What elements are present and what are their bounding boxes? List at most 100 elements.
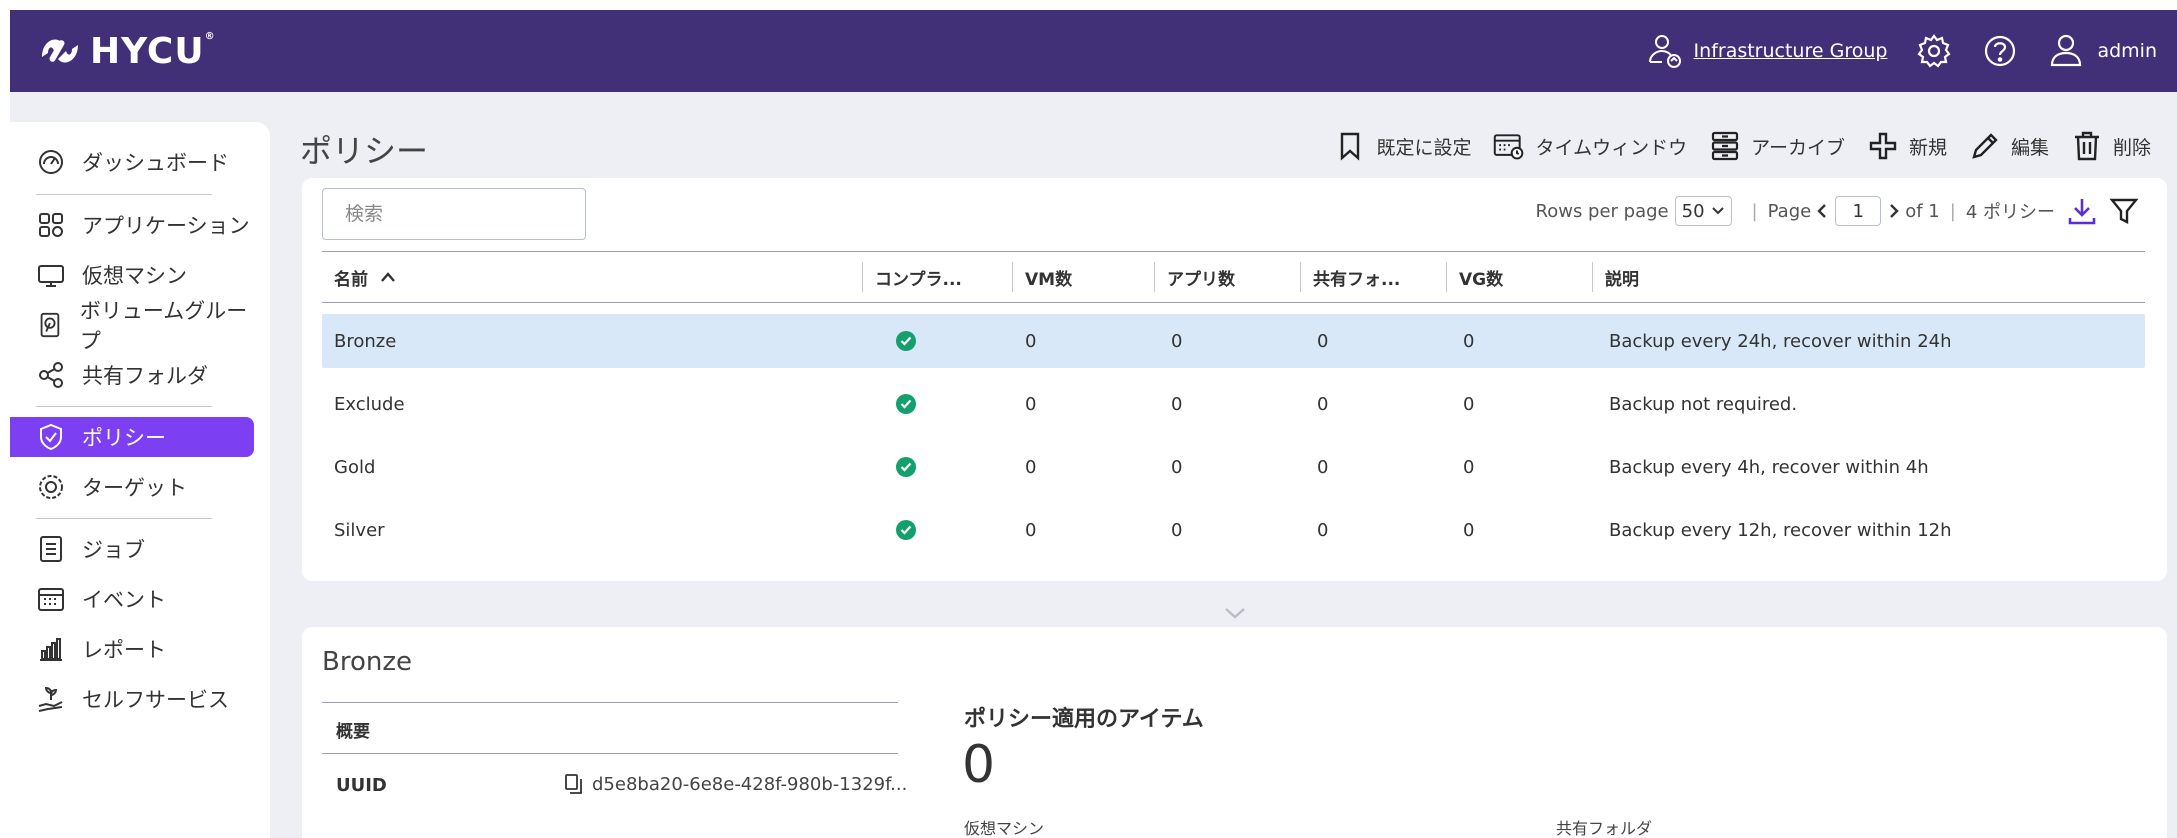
sidebar: ダッシュボード アプリケーション 仮想マシン ボリュームグループ 共有フォルダ (10, 122, 270, 838)
compliant-check-icon (896, 520, 916, 540)
column-description[interactable]: 説明 (1593, 252, 1639, 302)
group-selector[interactable]: Infrastructure Group (1646, 32, 1888, 70)
sidebar-item-vms[interactable]: 仮想マシン (10, 255, 254, 295)
time-window-button[interactable]: タイムウィンドウ (1493, 130, 1687, 162)
sidebar-item-dashboard[interactable]: ダッシュボード (10, 142, 254, 182)
column-header-label: 共有フォ... (1313, 269, 1401, 290)
share-icon (39, 362, 63, 388)
search-input[interactable] (322, 188, 586, 240)
filter-icon[interactable] (2109, 196, 2139, 226)
sidebar-item-applications[interactable]: アプリケーション (10, 205, 254, 245)
table-row[interactable]: Gold 0 0 0 0 Backup every 4h, recover wi… (322, 440, 2145, 494)
sidebar-item-label: セルフサービス (82, 688, 229, 712)
cell-app-count: 0 (1171, 519, 1183, 541)
sidebar-item-label: ダッシュボード (82, 151, 229, 175)
column-share-count[interactable]: 共有フォ... (1301, 252, 1400, 302)
total-count: 4 ポリシー (1965, 202, 2055, 223)
column-name[interactable]: 名前 (322, 252, 862, 302)
sidebar-divider (36, 406, 212, 407)
summary-section-label: 概要 (336, 722, 370, 742)
cell-vg-count: 0 (1463, 456, 1475, 478)
gear-icon (1917, 34, 1951, 68)
new-button[interactable]: 新規 (1867, 130, 1947, 162)
column-header-label: VG数 (1459, 269, 1504, 290)
table-row[interactable]: Bronze 0 0 0 0 Backup every 24h, recover… (322, 314, 2145, 368)
table-row[interactable]: Exclude 0 0 0 0 Backup not required. (322, 377, 2145, 431)
sidebar-item-volume-groups[interactable]: ボリュームグループ (10, 299, 254, 353)
cell-vg-count: 0 (1463, 519, 1475, 541)
hycu-logo-icon (42, 39, 78, 63)
pagination: Rows per page 50 | Page 1 of 1 | 4 ポリシー (1536, 196, 2139, 226)
chevron-left-icon[interactable] (1815, 203, 1829, 219)
sidebar-divider (36, 194, 212, 195)
help-button[interactable] (1981, 32, 2019, 70)
cell-description: Backup every 4h, recover within 4h (1609, 456, 1929, 478)
set-default-button[interactable]: 既定に設定 (1334, 130, 1471, 162)
download-icon[interactable] (2067, 196, 2097, 226)
user-menu[interactable]: admin (2047, 32, 2157, 70)
cell-description: Backup not required. (1609, 393, 1798, 415)
time-window-label: タイムウィンドウ (1535, 136, 1688, 159)
column-app-count[interactable]: アプリ数 (1155, 252, 1235, 302)
policy-detail-panel: Bronze 概要 UUID d5e8ba20-6e8e-428f-980b-1… (302, 627, 2167, 838)
sidebar-item-label: ポリシー (82, 426, 166, 450)
logo[interactable]: HYCU® (36, 31, 216, 72)
cell-compliance (884, 503, 916, 557)
sidebar-item-shares[interactable]: 共有フォルダ (10, 355, 254, 395)
cell-compliance (884, 377, 916, 431)
settings-button[interactable] (1915, 32, 1953, 70)
column-vm-count[interactable]: VM数 (1013, 252, 1072, 302)
edit-button[interactable]: 編集 (1969, 130, 2049, 162)
table-header: 名前 コンプラ... VM数 アプリ数 共有フォ... VG数 説明 (322, 251, 2145, 303)
group-link[interactable]: Infrastructure Group (1694, 40, 1888, 62)
sidebar-divider (36, 518, 212, 519)
divider (322, 753, 898, 754)
edit-label: 編集 (2010, 136, 2049, 159)
rows-per-page-value: 50 (1681, 200, 1705, 222)
sidebar-item-events[interactable]: イベント (10, 579, 254, 619)
table-row[interactable]: Silver 0 0 0 0 Backup every 12h, recover… (322, 503, 2145, 557)
page-number-input[interactable]: 1 (1835, 196, 1882, 226)
cell-vm-count: 0 (1025, 330, 1037, 352)
column-header-label: VM数 (1025, 269, 1073, 290)
cell-vm-count: 0 (1025, 456, 1037, 478)
compliant-check-icon (896, 331, 916, 351)
cell-share-count: 0 (1317, 456, 1329, 478)
shield-check-icon (40, 423, 62, 451)
bookmark-icon (1341, 132, 1360, 161)
new-label: 新規 (1908, 136, 1947, 159)
hand-plant-icon (38, 686, 63, 712)
target-icon (39, 475, 63, 499)
calendar-icon (38, 588, 64, 611)
column-header-label: 説明 (1605, 269, 1639, 290)
chevron-down-icon[interactable] (1222, 604, 1248, 622)
uuid-label: UUID (336, 775, 387, 796)
bar-chart-icon (40, 638, 62, 661)
column-vg-count[interactable]: VG数 (1447, 252, 1503, 302)
sidebar-item-targets[interactable]: ターゲット (10, 467, 254, 507)
cell-compliance (884, 314, 916, 368)
sidebar-item-jobs[interactable]: ジョブ (10, 529, 254, 569)
cell-description: Backup every 12h, recover within 12h (1609, 519, 1952, 541)
sidebar-item-label: 仮想マシン (82, 264, 187, 288)
delete-button[interactable]: 削除 (2071, 130, 2151, 162)
archive-button[interactable]: アーカイブ (1709, 130, 1845, 162)
disk-icon (40, 312, 60, 338)
share-label: 共有フォルダ (1556, 819, 1653, 838)
chevron-down-icon (1711, 207, 1724, 215)
divider (322, 702, 898, 703)
rows-per-page-select[interactable]: 50 (1674, 196, 1732, 226)
chevron-right-icon[interactable] (1887, 203, 1901, 219)
dashboard-gauge-icon (39, 150, 63, 174)
sidebar-item-policies[interactable]: ポリシー (10, 417, 254, 457)
user-name: admin (2097, 40, 2157, 62)
column-compliance[interactable]: コンプラ... (863, 252, 962, 302)
page-of-label: of 1 (1905, 200, 1940, 222)
grid-apps-icon (39, 213, 63, 237)
copy-icon[interactable] (564, 773, 584, 795)
sidebar-item-self-service[interactable]: セルフサービス (10, 679, 254, 719)
cell-share-count: 0 (1317, 519, 1329, 541)
page-label: Page (1767, 200, 1812, 222)
compliant-check-icon (896, 394, 916, 414)
sidebar-item-reports[interactable]: レポート (10, 629, 254, 669)
